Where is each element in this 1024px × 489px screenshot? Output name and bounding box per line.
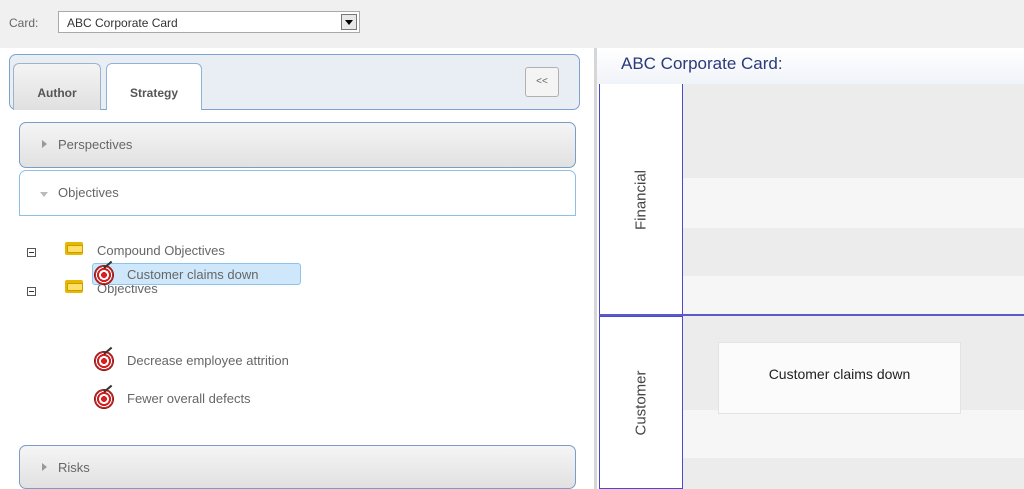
chevron-down-icon[interactable] [341, 14, 357, 30]
collapse-panel-button[interactable]: << [525, 67, 559, 97]
tab-strategy[interactable]: Strategy [106, 63, 202, 110]
lane-row [683, 410, 1024, 458]
card-bar: Card: ABC Corporate Card [0, 0, 1024, 48]
lane-row [683, 84, 1024, 178]
target-icon [95, 390, 113, 408]
folder-icon [65, 241, 83, 255]
perspectives-section-header[interactable]: Perspectives [19, 122, 576, 168]
tab-author[interactable]: Author [13, 63, 101, 110]
lane-financial-label: Financial [632, 169, 650, 230]
objectives-section-label: Objectives [58, 185, 119, 200]
left-panel: Author Strategy << Perspectives Objectiv… [0, 48, 594, 489]
objectives-section-header[interactable]: Objectives [19, 170, 576, 216]
tree-folder-compound-objectives[interactable]: Compound Objectives [0, 240, 300, 262]
tree-item-objective[interactable]: Fewer overall defects [0, 388, 350, 410]
card-label: Card: [9, 16, 39, 30]
collapse-box-icon[interactable] [27, 287, 36, 296]
map-title: ABC Corporate Card: [597, 48, 1024, 84]
tab-bar: Author Strategy << [9, 54, 580, 110]
strategy-map: ABC Corporate Card: Financial Customer C… [597, 48, 1024, 489]
objective-label: Customer claims down [127, 267, 259, 282]
chevron-down-icon [40, 192, 48, 197]
map-title-text: ABC Corporate Card: [621, 54, 783, 73]
target-icon [95, 266, 113, 284]
objective-label: Fewer overall defects [127, 391, 251, 406]
objective-node[interactable]: Customer claims down [718, 342, 961, 414]
lane-row [683, 458, 1024, 489]
target-icon [95, 352, 113, 370]
chevron-right-icon [42, 140, 47, 148]
tab-author-label: Author [37, 86, 77, 100]
chevron-right-icon [42, 463, 47, 471]
tree-item-objective[interactable]: Decrease employee attrition [0, 350, 350, 372]
tab-strategy-label: Strategy [129, 86, 179, 100]
objective-node-label: Customer claims down [768, 366, 911, 382]
lane-customer: Customer [599, 316, 683, 489]
lane-row [683, 276, 1024, 316]
lane-divider [599, 314, 1024, 316]
folder-label: Compound Objectives [97, 243, 225, 258]
lane-row [683, 178, 1024, 228]
card-select-value: ABC Corporate Card [67, 16, 178, 30]
tree-item-objective[interactable]: Customer claims down [0, 264, 310, 286]
perspectives-label: Perspectives [58, 137, 133, 152]
risks-label: Risks [58, 460, 90, 475]
lane-customer-label: Customer [632, 369, 650, 436]
lane-row [683, 228, 1024, 276]
lane-financial: Financial [599, 84, 683, 316]
collapse-box-icon[interactable] [27, 248, 36, 257]
objective-label: Decrease employee attrition [127, 353, 289, 368]
card-select[interactable]: ABC Corporate Card [58, 11, 360, 33]
risks-section-header[interactable]: Risks [19, 445, 576, 489]
